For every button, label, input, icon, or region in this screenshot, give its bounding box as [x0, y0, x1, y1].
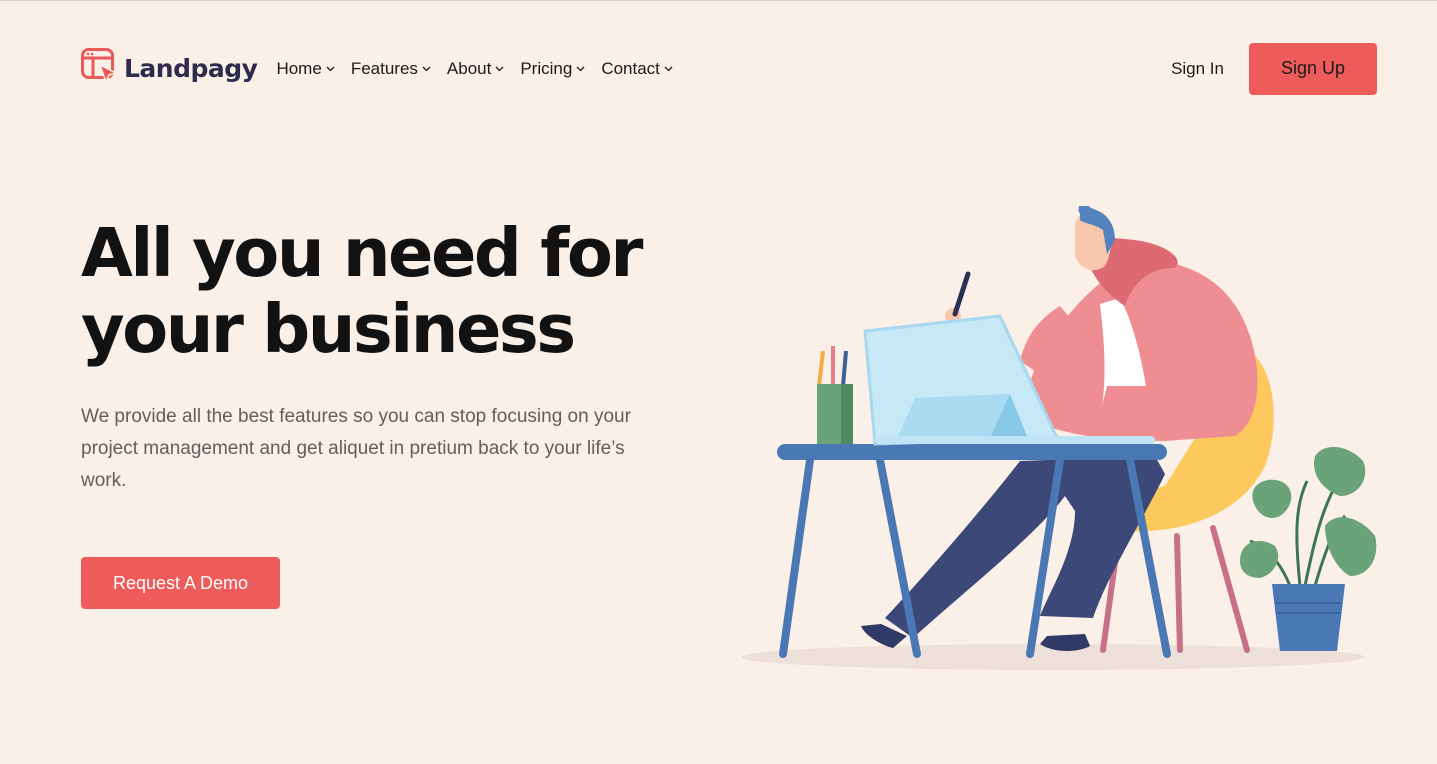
- chevron-down-icon: [576, 66, 585, 72]
- browser-cursor-icon: [81, 47, 119, 90]
- nav-item-contact[interactable]: Contact: [601, 59, 673, 79]
- brand-name: Landpagy: [124, 54, 258, 83]
- nav-item-home[interactable]: Home: [276, 58, 335, 79]
- header-actions: Sign In Sign Up: [1171, 42, 1377, 95]
- nav-item-label: Home: [276, 58, 322, 78]
- hero-illustration: [741, 206, 1377, 670]
- nav-item-features[interactable]: Features: [351, 59, 431, 79]
- pencil-cup-illustration: [817, 346, 853, 444]
- site-header: Landpagy Home Features About Pricing Con…: [81, 42, 1377, 95]
- request-demo-button[interactable]: Request A Demo: [81, 557, 280, 609]
- nav-item-label: About: [446, 58, 492, 78]
- hero-title-line-2: your business: [81, 290, 576, 368]
- hero-title-line-1: All you need for: [81, 214, 643, 292]
- chevron-down-icon: [326, 66, 335, 72]
- nav-item-about[interactable]: About: [447, 59, 504, 79]
- nav-item-label: Contact: [601, 58, 660, 78]
- sign-up-button[interactable]: Sign Up: [1249, 42, 1377, 95]
- plant-illustration: [1240, 446, 1377, 651]
- nav-item-label: Features: [350, 58, 418, 78]
- chevron-down-icon: [422, 66, 431, 72]
- chevron-down-icon: [664, 66, 673, 72]
- hero-title: All you need for your business: [81, 215, 721, 367]
- brand-logo[interactable]: Landpagy: [81, 47, 258, 90]
- nav-item-label: Pricing: [520, 58, 573, 78]
- nav-item-pricing[interactable]: Pricing: [520, 59, 585, 79]
- sign-in-link[interactable]: Sign In: [1171, 59, 1224, 79]
- main-nav: Home Features About Pricing Contact: [276, 58, 673, 79]
- chevron-down-icon: [495, 66, 504, 72]
- hero-subtitle: We provide all the best features so you …: [81, 406, 631, 491]
